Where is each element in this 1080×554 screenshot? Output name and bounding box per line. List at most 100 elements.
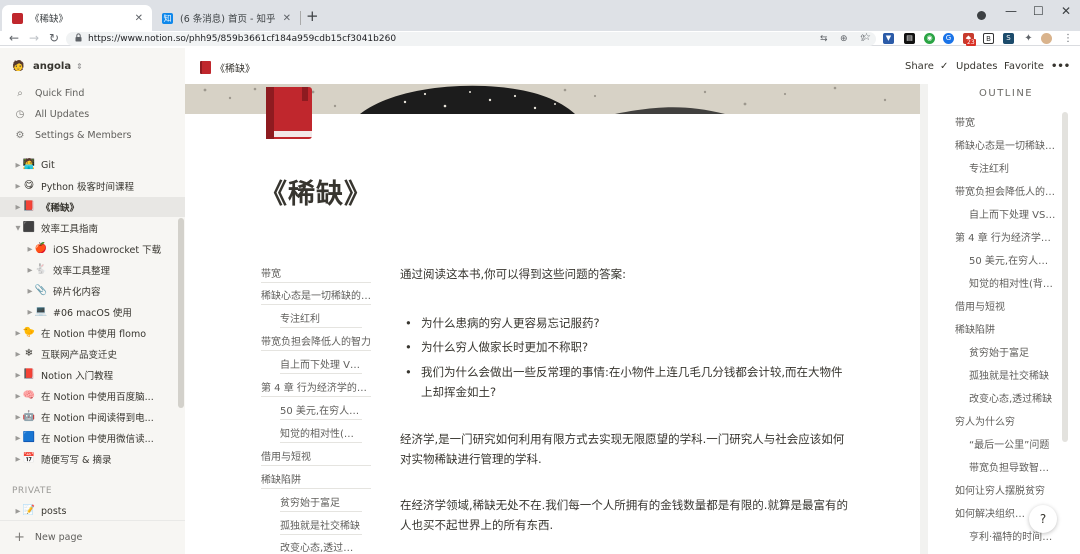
all-updates-button[interactable]: ◷ All Updates — [14, 109, 90, 120]
expand-triangle-icon[interactable]: ▶ — [14, 371, 22, 379]
close-tab-icon[interactable]: ✕ — [283, 13, 291, 24]
browser-tab-zhihu[interactable]: 知 (6 条消息) 首页 - 知乎 ✕ — [152, 5, 300, 31]
sidebar-item-git[interactable]: ▶ 🧑‍💻 Git — [0, 155, 185, 175]
toc-link[interactable]: 第 4 章 行为经济学的成本 — [261, 382, 371, 397]
user-avatar-icon[interactable] — [1041, 33, 1052, 44]
translate-icon[interactable]: ⇆ — [820, 33, 828, 45]
expand-triangle-icon[interactable]: ▶ — [14, 329, 22, 337]
expand-triangle-icon[interactable]: ▶ — [14, 350, 22, 358]
browser-tab-active[interactable]: 《稀缺》 ✕ — [2, 5, 152, 31]
share-button[interactable]: Share — [905, 61, 934, 72]
outline-link[interactable]: 知觉的相对性(背景效应) — [969, 278, 1057, 292]
sidebar-item-flomo[interactable]: ▶ 🐤 在 Notion 中使用 flomo — [0, 323, 185, 343]
toc-link[interactable]: 稀缺心态是一切稀缺的根源 — [261, 290, 371, 305]
expand-triangle-icon[interactable]: ▶ — [14, 413, 22, 421]
extension-notion-clipper-icon[interactable]: ▤ — [904, 33, 915, 44]
toc-link[interactable]: 改变心态,透过稀缺 — [280, 542, 362, 554]
settings-members-button[interactable]: ⚙ Settings & Members — [14, 130, 132, 141]
outline-scrollbar[interactable] — [1062, 112, 1068, 442]
outline-link[interactable]: “最后一公里”问题 — [969, 439, 1057, 453]
outline-link[interactable]: 第 4 章 行为经济学的成本 — [955, 232, 1057, 246]
sidebar-item-posts[interactable]: ▶ 📝 posts — [0, 501, 185, 521]
expand-triangle-icon[interactable]: ▶ — [26, 287, 34, 295]
sidebar-item-dedao[interactable]: ▶ 🤖 在 Notion 中阅读得到电... — [0, 407, 185, 427]
sidebar-item-xique[interactable]: ▶ 📕 《稀缺》 — [0, 197, 185, 217]
extension-s-icon[interactable]: S — [1003, 33, 1014, 44]
expand-triangle-icon[interactable]: ▶ — [26, 245, 34, 253]
maximize-button[interactable]: ☐ — [1033, 4, 1044, 18]
expand-triangle-icon[interactable]: ▶ — [14, 182, 22, 190]
expand-triangle-icon[interactable]: ▶ — [14, 455, 22, 463]
expand-triangle-icon[interactable]: ▶ — [14, 203, 22, 211]
outline-link[interactable]: 50 美元,在穷人眼里 — [969, 255, 1057, 269]
workspace-switcher[interactable]: 🧑 angola ⇕ — [12, 60, 83, 73]
toc-link[interactable]: 专注红利 — [280, 313, 362, 328]
extension-green-icon[interactable]: ◉ — [924, 33, 935, 44]
expand-triangle-icon[interactable]: ▶ — [14, 507, 22, 515]
sidebar-scrollbar[interactable] — [178, 218, 184, 408]
outline-link[interactable]: 自上而下处理 VS. 自下而上 — [969, 209, 1057, 223]
page-title[interactable]: 《稀缺》 — [260, 172, 372, 211]
sidebar-item-ios-shadowrocket[interactable]: ▶ 🍎 iOS Shadowrocket 下载 — [0, 239, 185, 259]
profile-icon[interactable] — [977, 11, 986, 20]
toc-link[interactable]: 借用与短视 — [261, 451, 371, 466]
question-item[interactable]: 为什么穷人做家长时更加不称职? — [421, 337, 846, 357]
extension-blue-icon[interactable]: G — [943, 33, 954, 44]
sidebar-item-python[interactable]: ▶ 😋 Python 极客时间课程 — [0, 176, 185, 196]
sidebar-item-macos[interactable]: ▶ 💻 #06 macOS 使用 — [0, 302, 185, 322]
extension-box-icon[interactable]: B — [983, 33, 994, 44]
outline-link[interactable]: 带宽负担导致智力下降 — [969, 462, 1057, 476]
sidebar-item-baidu-mind[interactable]: ▶ 🧠 在 Notion 中使用百度脑... — [0, 386, 185, 406]
back-button[interactable]: ← — [9, 31, 19, 46]
outline-link[interactable]: 如何让穷人摆脱贫穷 — [955, 485, 1057, 499]
outline-link[interactable]: 带宽负担会降低人的智力 — [955, 186, 1057, 200]
toc-link[interactable]: 带宽负担会降低人的智力 — [261, 336, 371, 351]
new-tab-button[interactable]: + — [306, 7, 319, 25]
outline-link[interactable]: 稀缺心态是一切稀缺的根源 — [955, 140, 1057, 154]
toc-link[interactable]: 孤独就是社交稀缺 — [280, 520, 362, 535]
extensions-puzzle-icon[interactable]: ✦ — [1023, 33, 1034, 44]
minimize-button[interactable]: — — [1005, 4, 1017, 18]
expand-triangle-icon[interactable]: ▶ — [14, 434, 22, 442]
zoom-icon[interactable]: ⊕ — [840, 33, 848, 45]
outline-link[interactable]: 亨利·福特的时间管理 — [969, 531, 1057, 545]
reload-button[interactable]: ↻ — [49, 31, 59, 46]
intro-paragraph[interactable]: 通过阅读这本书,你可以得到这些问题的答案: — [400, 264, 850, 284]
outline-link[interactable]: 贫穷始于富足 — [969, 347, 1057, 361]
browser-menu-icon[interactable]: ⋮ — [1063, 33, 1073, 45]
close-tab-icon[interactable]: ✕ — [135, 13, 143, 24]
outline-link[interactable]: 稀缺陷阱 — [955, 324, 1057, 338]
updates-button[interactable]: Updates — [956, 61, 997, 72]
expand-triangle-icon[interactable]: ▶ — [14, 392, 22, 400]
toc-link[interactable]: 带宽 — [261, 268, 371, 283]
page-scrollbar[interactable] — [920, 84, 928, 554]
breadcrumb[interactable]: 《稀缺》 — [200, 60, 255, 75]
toc-link[interactable]: 贫穷始于富足 — [280, 497, 362, 512]
outline-link[interactable]: 如何解决组织中的稀缺 — [955, 508, 1025, 522]
sidebar-item-efficiency-tools[interactable]: ▼ ⬛ 效率工具指南 — [0, 218, 185, 238]
bookmark-star-icon[interactable]: ☆ — [862, 32, 871, 44]
expand-triangle-icon[interactable]: ▶ — [26, 308, 34, 316]
paragraph-economics[interactable]: 经济学,是一门研究如何利用有限方式去实现无限愿望的学科.一门研究人与社会应该如何… — [400, 429, 850, 469]
outline-link[interactable]: 改变心态,透过稀缺 — [969, 393, 1057, 407]
toc-link[interactable]: 知觉的相对性(背景效应) — [280, 428, 362, 443]
sidebar-item-weread[interactable]: ▶ 🟦 在 Notion 中使用微信读... — [0, 428, 185, 448]
toc-link[interactable]: 自上而下处理 VS. 自下而上 — [280, 359, 362, 374]
new-page-button[interactable]: + New page — [0, 520, 185, 554]
sidebar-item-tools-list[interactable]: ▶ 🐇 效率工具整理 — [0, 260, 185, 280]
outline-link[interactable]: 孤独就是社交稀缺 — [969, 370, 1057, 384]
sidebar-item-internet-history[interactable]: ▶ ❄ 互联网产品变迁史 — [0, 344, 185, 364]
close-window-button[interactable]: ✕ — [1061, 4, 1071, 18]
url-text[interactable]: https://www.notion.so/phh95/859b3661cf18… — [88, 32, 396, 46]
page-book-icon[interactable] — [262, 85, 318, 141]
extension-bookmark-icon[interactable]: ▼ — [883, 33, 894, 44]
toc-link[interactable]: 50 美元,在穷人眼里 — [280, 405, 362, 420]
question-item[interactable]: 我们为什么会做出一些反常理的事情:在小物件上连几毛几分钱都会计较,而在大物件上却… — [421, 362, 846, 402]
quick-find-button[interactable]: ⌕ Quick Find — [14, 88, 84, 99]
help-button[interactable]: ? — [1029, 505, 1057, 533]
favorite-button[interactable]: Favorite — [1004, 61, 1044, 72]
expand-triangle-icon[interactable]: ▶ — [26, 266, 34, 274]
expand-triangle-icon[interactable]: ▶ — [14, 161, 22, 169]
outline-link[interactable]: 专注红利 — [969, 163, 1057, 177]
sidebar-item-fragments[interactable]: ▶ 📎 碎片化内容 — [0, 281, 185, 301]
